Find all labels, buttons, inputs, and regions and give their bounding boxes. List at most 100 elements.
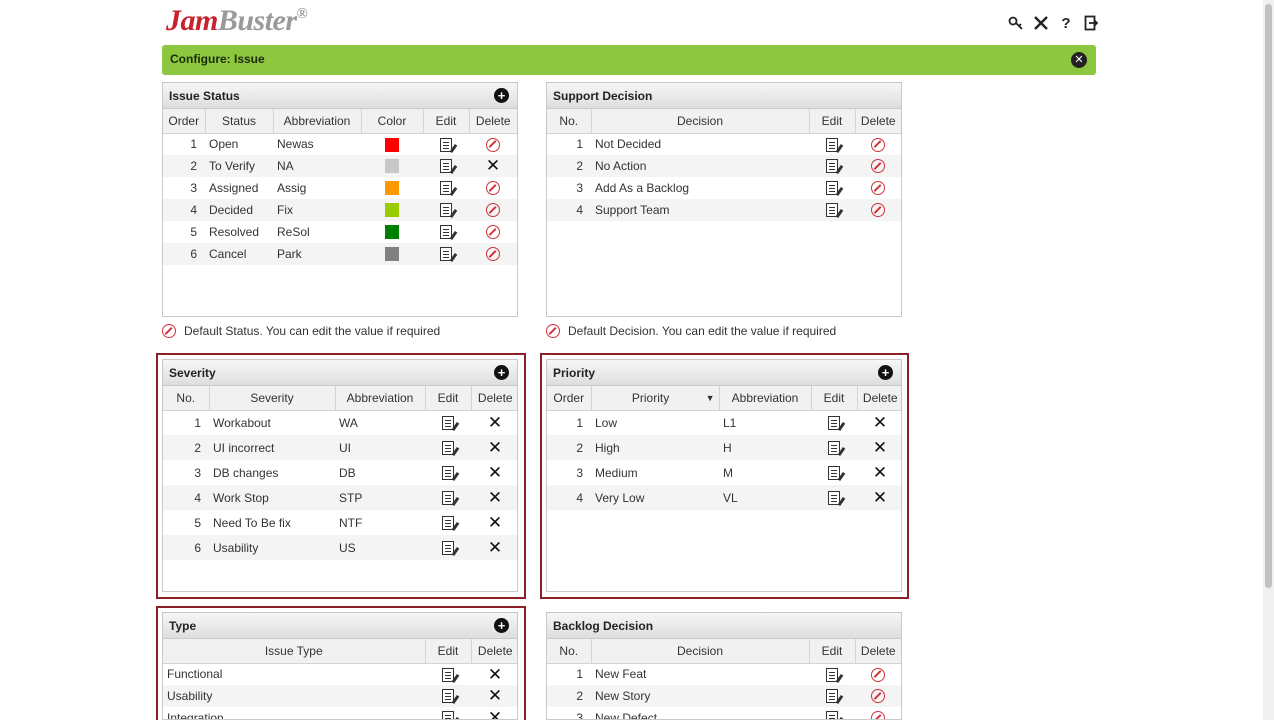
edit-icon[interactable] — [826, 689, 838, 704]
delete-x-icon[interactable]: ✕ — [488, 464, 502, 481]
col-decision[interactable]: Decision — [591, 639, 810, 664]
default-icon — [486, 225, 500, 240]
panel-title: Type — [169, 619, 197, 633]
table-row: 2 New Story — [547, 685, 901, 707]
logout-icon[interactable] — [1083, 15, 1099, 31]
edit-icon[interactable] — [826, 203, 838, 218]
edit-icon[interactable] — [440, 159, 452, 174]
col-abbreviation[interactable]: Abbreviation — [335, 386, 426, 411]
help-icon[interactable]: ? — [1058, 15, 1074, 32]
col-severity[interactable]: Severity — [209, 386, 336, 411]
col-edit: Edit — [425, 386, 472, 411]
col-delete: Delete — [857, 386, 901, 411]
col-decision[interactable]: Decision — [591, 109, 810, 134]
table-row: Usability ✕ — [163, 685, 517, 707]
col-color[interactable]: Color — [361, 109, 424, 134]
edit-icon[interactable] — [442, 540, 454, 555]
page-scrollbar[interactable] — [1263, 0, 1274, 720]
backlog-decision-table: No. Decision Edit Delete 1 New Feat 2 Ne… — [547, 639, 901, 719]
edit-icon[interactable] — [828, 440, 840, 455]
table-row: Integration ✕ — [163, 707, 517, 719]
panel-header: Backlog Decision — [547, 613, 901, 639]
backlog-decision-panel: Backlog Decision No. Decision Edit Delet… — [546, 612, 902, 720]
key-icon[interactable] — [1008, 15, 1024, 31]
delete-x-icon[interactable]: ✕ — [488, 439, 502, 456]
col-issue-type[interactable]: Issue Type — [163, 639, 426, 664]
edit-icon[interactable] — [442, 465, 454, 480]
col-status[interactable]: Status — [205, 109, 274, 134]
edit-icon[interactable] — [442, 490, 454, 505]
close-button[interactable]: ✕ — [1071, 52, 1087, 68]
col-abbreviation[interactable]: Abbreviation — [273, 109, 362, 134]
edit-icon[interactable] — [442, 667, 454, 682]
table-row: 1 Workabout WA ✕ — [194, 413, 503, 433]
edit-icon[interactable] — [440, 137, 452, 152]
delete-x-icon[interactable]: ✕ — [488, 514, 502, 531]
edit-icon[interactable] — [826, 181, 838, 196]
sort-desc-icon[interactable]: ▼ — [706, 393, 715, 403]
edit-icon[interactable] — [826, 711, 838, 719]
color-swatch — [385, 203, 399, 218]
edit-icon[interactable] — [440, 181, 452, 196]
edit-icon[interactable] — [442, 416, 454, 431]
col-priority[interactable]: Priority ▼ — [591, 386, 720, 411]
add-priority-button[interactable]: + — [878, 365, 893, 380]
add-type-button[interactable]: + — [494, 618, 509, 633]
delete-x-icon[interactable]: ✕ — [873, 489, 887, 506]
color-swatch — [385, 225, 399, 240]
panel-title: Issue Status — [169, 89, 240, 103]
col-edit: Edit — [811, 386, 858, 411]
edit-icon[interactable] — [442, 711, 454, 719]
edit-icon[interactable] — [442, 689, 454, 704]
delete-x-icon[interactable]: ✕ — [873, 464, 887, 481]
delete-x-icon[interactable]: ✕ — [488, 687, 502, 704]
severity-panel: Severity + No. Severity Abbreviation Edi… — [162, 359, 518, 592]
panel-header: Severity + — [163, 360, 517, 386]
col-order[interactable]: Order — [547, 386, 592, 411]
col-delete: Delete — [471, 639, 517, 664]
add-status-button[interactable]: + — [494, 88, 509, 103]
edit-icon[interactable] — [440, 247, 452, 262]
delete-x-icon[interactable]: ✕ — [488, 709, 502, 719]
edit-icon[interactable] — [442, 440, 454, 455]
add-severity-button[interactable]: + — [494, 365, 509, 380]
edit-icon[interactable] — [828, 416, 840, 431]
edit-icon[interactable] — [826, 137, 838, 152]
color-swatch — [385, 159, 399, 174]
col-no[interactable]: No. — [163, 386, 210, 411]
delete-x-icon[interactable]: ✕ — [488, 489, 502, 506]
jambuster-logo: JamBuster® — [166, 4, 308, 37]
delete-x-icon[interactable]: ✕ — [873, 439, 887, 456]
panel-header: Type + — [163, 613, 517, 639]
edit-icon[interactable] — [826, 159, 838, 174]
edit-icon[interactable] — [828, 490, 840, 505]
col-abbreviation[interactable]: Abbreviation — [719, 386, 812, 411]
default-icon — [871, 667, 885, 682]
table-row: 1 Not Decided — [547, 133, 901, 155]
table-row: 1 New Feat — [547, 663, 901, 685]
col-no[interactable]: No. — [547, 109, 592, 134]
tools-icon[interactable] — [1033, 15, 1049, 31]
col-delete: Delete — [469, 109, 517, 134]
col-edit: Edit — [425, 639, 472, 664]
edit-icon[interactable] — [828, 465, 840, 480]
table-row: 4 Work Stop STP ✕ — [163, 485, 517, 510]
col-order[interactable]: Order — [163, 109, 206, 134]
scrollbar-thumb[interactable] — [1265, 4, 1272, 588]
delete-x-icon[interactable]: ✕ — [486, 157, 500, 174]
edit-icon[interactable] — [440, 225, 452, 240]
edit-icon[interactable] — [826, 667, 838, 682]
delete-x-icon[interactable]: ✕ — [488, 539, 502, 556]
panel-header: Support Decision — [547, 83, 901, 109]
table-row: 4 Support Team — [547, 199, 901, 221]
delete-x-icon[interactable]: ✕ — [488, 414, 502, 431]
delete-x-icon[interactable]: ✕ — [873, 414, 887, 431]
edit-icon[interactable] — [440, 203, 452, 218]
table-row: Functional ✕ — [167, 664, 503, 684]
col-no[interactable]: No. — [547, 639, 592, 664]
edit-icon[interactable] — [442, 515, 454, 530]
delete-x-icon[interactable]: ✕ — [488, 666, 502, 683]
table-row: 3 Assigned Assig — [163, 177, 517, 199]
page-title: Configure: Issue — [170, 52, 265, 66]
default-icon — [871, 689, 885, 704]
